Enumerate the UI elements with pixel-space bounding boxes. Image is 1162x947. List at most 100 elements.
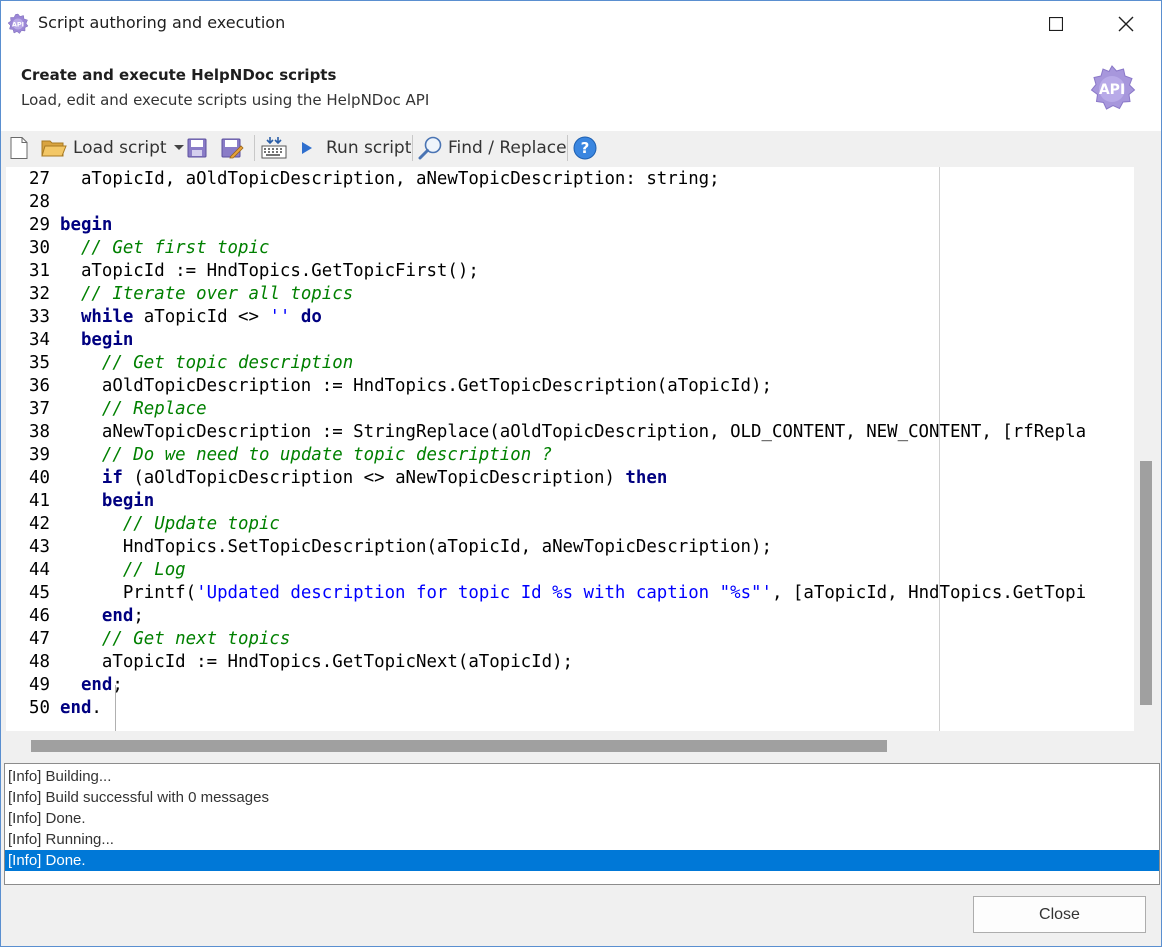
code-text[interactable]: // Replace	[60, 398, 207, 421]
line-number: 49	[29, 675, 50, 695]
code-line[interactable]: 31 aTopicId := HndTopics.GetTopicFirst()…	[6, 260, 1134, 283]
load-script-button[interactable]: Load script	[41, 134, 185, 162]
save-button[interactable]	[186, 134, 208, 162]
dropdown-arrow-icon	[173, 145, 184, 150]
code-text[interactable]: if (aOldTopicDescription <> aNewTopicDes…	[60, 467, 667, 490]
maximize-button[interactable]	[1021, 1, 1091, 46]
toolbar-separator	[412, 135, 413, 161]
code-line[interactable]: 45 Printf('Updated description for topic…	[6, 582, 1134, 605]
code-text[interactable]: aOldTopicDescription := HndTopics.GetTop…	[60, 375, 772, 398]
run-script-label: Run script	[326, 138, 412, 158]
code-text[interactable]: while aTopicId <> '' do	[60, 306, 322, 329]
code-text[interactable]: // Get topic description	[60, 352, 353, 375]
save-as-button[interactable]	[220, 134, 244, 162]
code-line[interactable]: 30 // Get first topic	[6, 237, 1134, 260]
code-line[interactable]: 49 end;	[6, 674, 1134, 697]
line-number: 37	[29, 399, 50, 419]
code-text[interactable]: begin	[60, 329, 133, 352]
line-number: 50	[29, 698, 50, 718]
code-text[interactable]: // Do we need to update topic descriptio…	[60, 444, 552, 467]
code-line[interactable]: 27 aTopicId, aOldTopicDescription, aNewT…	[6, 168, 1134, 191]
code-text[interactable]: aNewTopicDescription := StringReplace(aO…	[60, 421, 1086, 444]
log-entry[interactable]: [Info] Done.	[5, 850, 1159, 871]
window-title: Script authoring and execution	[38, 13, 286, 32]
log-entry[interactable]: [Info] Build successful with 0 messages	[5, 787, 1159, 808]
api-gear-icon: API	[1090, 65, 1136, 110]
code-line[interactable]: 37 // Replace	[6, 398, 1134, 421]
code-text[interactable]: aTopicId := HndTopics.GetTopicFirst();	[60, 260, 479, 283]
code-line[interactable]: 38 aNewTopicDescription := StringReplace…	[6, 421, 1134, 444]
help-button[interactable]: ?	[573, 134, 597, 162]
log-entry[interactable]: [Info] Building...	[5, 766, 1159, 787]
vertical-scroll-thumb[interactable]	[1140, 461, 1152, 705]
log-entry[interactable]: [Info] Running...	[5, 829, 1159, 850]
code-text[interactable]: begin	[60, 214, 112, 237]
line-number: 36	[29, 376, 50, 396]
code-line[interactable]: 48 aTopicId := HndTopics.GetTopicNext(aT…	[6, 651, 1134, 674]
line-number: 42	[29, 514, 50, 534]
new-file-icon	[10, 137, 28, 159]
header-title: Create and execute HelpNDoc scripts	[21, 66, 337, 84]
line-number: 46	[29, 606, 50, 626]
code-text[interactable]: end;	[60, 605, 144, 628]
play-icon	[302, 142, 312, 154]
code-editor[interactable]: 27 aTopicId, aOldTopicDescription, aNewT…	[6, 167, 1134, 731]
code-line[interactable]: 46 end;	[6, 605, 1134, 628]
line-number: 40	[29, 468, 50, 488]
run-script-button[interactable]: Run script	[299, 134, 411, 162]
code-line[interactable]: 43 HndTopics.SetTopicDescription(aTopicI…	[6, 536, 1134, 559]
folder-open-icon	[41, 140, 67, 157]
code-line[interactable]: 32 // Iterate over all topics	[6, 283, 1134, 306]
code-text[interactable]: end.	[60, 697, 102, 720]
code-line[interactable]: 36 aOldTopicDescription := HndTopics.Get…	[6, 375, 1134, 398]
close-button[interactable]: Close	[973, 896, 1146, 933]
new-script-button[interactable]	[8, 134, 30, 162]
code-line[interactable]: 33 while aTopicId <> '' do	[6, 306, 1134, 329]
script-dialog-window: API Script authoring and execution Creat…	[0, 0, 1162, 947]
code-line[interactable]: 29 begin	[6, 214, 1134, 237]
log-entry[interactable]: [Info] Done.	[5, 808, 1159, 829]
code-line[interactable]: 47 // Get next topics	[6, 628, 1134, 651]
code-line[interactable]: 41 begin	[6, 490, 1134, 513]
close-window-button[interactable]	[1091, 1, 1161, 46]
code-line[interactable]: 44 // Log	[6, 559, 1134, 582]
find-replace-button[interactable]: Find / Replace	[418, 134, 567, 162]
line-number: 48	[29, 652, 50, 672]
save-icon	[187, 138, 207, 158]
code-text[interactable]: aTopicId := HndTopics.GetTopicNext(aTopi…	[60, 651, 573, 674]
code-line[interactable]: 34 begin	[6, 329, 1134, 352]
horizontal-scroll-thumb[interactable]	[31, 740, 887, 752]
line-number: 45	[29, 583, 50, 603]
line-number: 39	[29, 445, 50, 465]
toolbar-separator	[254, 135, 255, 161]
line-number: 28	[29, 192, 50, 212]
code-line[interactable]: 39 // Do we need to update topic descrip…	[6, 444, 1134, 467]
line-number: 27	[29, 169, 50, 189]
code-text[interactable]: Printf('Updated description for topic Id…	[60, 582, 1086, 605]
code-line[interactable]: 28	[6, 191, 1134, 214]
code-text[interactable]: end;	[60, 674, 123, 697]
title-bar[interactable]: API Script authoring and execution	[1, 1, 1161, 46]
code-text[interactable]: HndTopics.SetTopicDescription(aTopicId, …	[60, 536, 772, 559]
code-text[interactable]: // Iterate over all topics	[60, 283, 353, 306]
help-icon: ?	[573, 136, 597, 160]
code-text[interactable]: // Update topic	[60, 513, 280, 536]
code-text[interactable]: // Get next topics	[60, 628, 290, 651]
code-line[interactable]: 35 // Get topic description	[6, 352, 1134, 375]
code-line[interactable]: 50 end.	[6, 697, 1134, 720]
output-log[interactable]: [Info] Building... [Info] Build successfu…	[4, 763, 1160, 885]
code-line[interactable]: 42 // Update topic	[6, 513, 1134, 536]
code-text[interactable]: aTopicId, aOldTopicDescription, aNewTopi…	[60, 168, 720, 191]
code-text[interactable]: // Log	[60, 559, 186, 582]
api-gear-icon: API	[7, 13, 29, 34]
code-text[interactable]: begin	[60, 490, 154, 513]
line-number: 31	[29, 261, 50, 281]
svg-text:?: ?	[581, 139, 590, 157]
close-icon	[1118, 16, 1134, 31]
save-as-icon	[221, 138, 244, 159]
build-button[interactable]	[261, 134, 287, 162]
api-logo-text: API	[1099, 82, 1125, 98]
magnifier-icon	[418, 136, 442, 160]
code-line[interactable]: 40 if (aOldTopicDescription <> aNewTopic…	[6, 467, 1134, 490]
code-text[interactable]: // Get first topic	[60, 237, 269, 260]
